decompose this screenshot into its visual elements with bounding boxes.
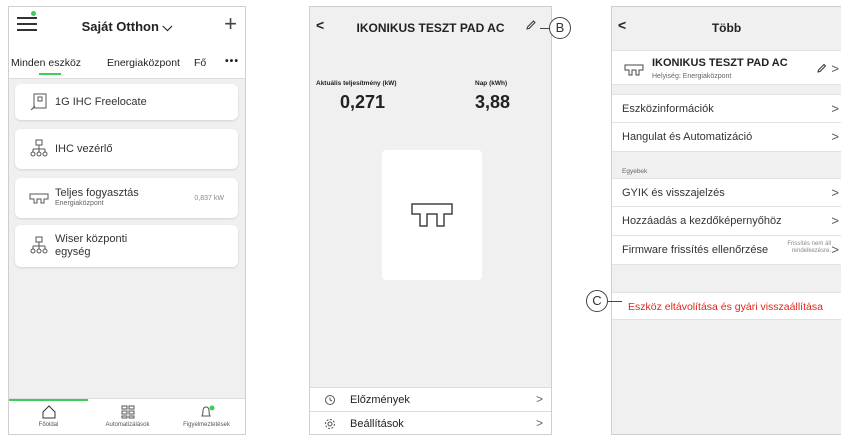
device-info-header[interactable]: IKONIKUS TESZT PAD AC Helyiség: Energiak… bbox=[612, 50, 841, 85]
home-selector[interactable]: Saját Otthon ⌵ bbox=[9, 19, 245, 35]
remove-device-label: Eszköz eltávolítása és gyári visszaállít… bbox=[628, 301, 823, 313]
filter-tabs: Minden eszköz Energiaközpont Fő ••• bbox=[9, 49, 245, 79]
device-name: IHC vezérlő bbox=[55, 143, 113, 155]
device-detail-screen: < IKONIKUS TESZT PAD AC Aktuális teljesí… bbox=[309, 6, 552, 435]
row-label: Hangulat és Automatizáció bbox=[622, 131, 753, 143]
more-screen: < Több IKONIKUS TESZT PAD AC Helyiség: E… bbox=[611, 6, 841, 435]
callout-b: B bbox=[549, 17, 571, 39]
row-label: GYIK és visszajelzés bbox=[622, 187, 725, 199]
device-card[interactable]: Teljes fogyasztás Energiaközpont 0,837 k… bbox=[15, 178, 238, 218]
chevron-right-icon: > bbox=[831, 101, 839, 116]
row-label: Hozzáadás a kezdőképernyőhöz bbox=[622, 215, 782, 227]
chevron-right-icon: > bbox=[831, 129, 839, 144]
remove-device-row[interactable]: Eszköz eltávolítása és gyári visszaállít… bbox=[612, 292, 841, 320]
controller-hub-icon bbox=[30, 236, 48, 254]
device-location: Helyiség: Energiaközpont bbox=[652, 73, 732, 80]
history-icon bbox=[325, 395, 335, 405]
device-card[interactable]: IHC vezérlő bbox=[15, 129, 238, 169]
daily-energy-value: 3,88 bbox=[475, 92, 511, 112]
chevron-right-icon: > bbox=[831, 213, 839, 228]
add-to-home-row[interactable]: Hozzáadás a kezdőképernyőhöz > bbox=[612, 207, 841, 236]
settings-label: Beállítások bbox=[350, 418, 404, 430]
active-tab-indicator bbox=[39, 73, 61, 75]
chevron-right-icon: > bbox=[535, 392, 543, 406]
nav-label: Főoldal bbox=[38, 422, 59, 428]
nav-home[interactable]: Főoldal bbox=[9, 399, 88, 434]
tab-all-devices[interactable]: Minden eszköz bbox=[11, 57, 81, 69]
more-tabs-icon[interactable]: ••• bbox=[225, 55, 239, 67]
history-row[interactable]: Előzmények > bbox=[310, 387, 551, 411]
home-header: Saját Otthon ⌵ + Minden eszköz Energiakö… bbox=[9, 7, 245, 79]
notification-dot-icon bbox=[31, 11, 36, 16]
home-title: Saját Otthon bbox=[81, 19, 159, 34]
bell-icon bbox=[200, 405, 214, 417]
more-title: Több bbox=[711, 21, 742, 35]
home-icon bbox=[42, 405, 55, 419]
callout-c-line bbox=[607, 301, 622, 302]
nav-label: Figyelmeztetések bbox=[183, 422, 230, 428]
chevron-right-icon: > bbox=[535, 416, 543, 430]
tab-main[interactable]: Fő bbox=[194, 57, 206, 69]
detail-header: < IKONIKUS TESZT PAD AC bbox=[310, 7, 551, 43]
bottom-navigation: Főoldal Automatizálások Figyelmeztetések bbox=[9, 398, 245, 434]
chevron-right-icon: > bbox=[831, 242, 839, 257]
controller-hub-icon bbox=[30, 139, 48, 157]
device-info-row[interactable]: Eszközinformációk > bbox=[612, 94, 841, 123]
edit-pencil-icon[interactable] bbox=[525, 19, 537, 31]
nav-automations[interactable]: Automatizálások bbox=[88, 399, 167, 434]
device-name: Teljes fogyasztás bbox=[55, 187, 139, 199]
grid-icon bbox=[121, 405, 134, 419]
ac-pad-icon bbox=[624, 64, 644, 76]
edit-pencil-icon[interactable] bbox=[817, 63, 827, 73]
device-card[interactable]: 1G IHC Freelocate bbox=[15, 84, 238, 120]
add-icon[interactable]: + bbox=[224, 13, 237, 35]
current-power-label: Aktuális teljesítmény (kW) bbox=[316, 80, 397, 87]
firmware-status-note: Frissítés nem áll rendelkezésre. bbox=[787, 241, 831, 255]
history-label: Előzmények bbox=[350, 394, 410, 406]
device-power-value: 0,837 kW bbox=[194, 195, 224, 202]
home-screen: Saját Otthon ⌵ + Minden eszköz Energiakö… bbox=[8, 6, 246, 435]
chevron-right-icon: > bbox=[831, 185, 839, 200]
freelocate-switch-icon bbox=[30, 93, 47, 111]
ac-pad-icon bbox=[29, 193, 49, 204]
device-control-tile[interactable] bbox=[382, 150, 482, 280]
device-name: Wiser központi egység bbox=[55, 233, 128, 258]
tab-energy-center[interactable]: Energiaközpont bbox=[107, 57, 180, 69]
device-name: IKONIKUS TESZT PAD AC bbox=[652, 57, 788, 69]
faq-feedback-row[interactable]: GYIK és visszajelzés > bbox=[612, 178, 841, 207]
device-card[interactable]: Wiser központi egység bbox=[15, 225, 238, 267]
device-location: Energiaközpont bbox=[55, 200, 104, 207]
chevron-right-icon: > bbox=[831, 61, 839, 76]
settings-row[interactable]: Beállítások > bbox=[310, 411, 551, 434]
daily-energy-label: Nap (kWh) bbox=[475, 80, 508, 87]
current-power-value: 0,271 bbox=[340, 92, 386, 112]
scenes-automation-row[interactable]: Hangulat és Automatizáció > bbox=[612, 123, 841, 152]
device-title: IKONIKUS TESZT PAD AC bbox=[356, 21, 505, 35]
nav-alerts[interactable]: Figyelmeztetések bbox=[167, 399, 245, 434]
callout-c: C bbox=[586, 290, 608, 312]
row-label: Firmware frissítés ellenőrzése bbox=[622, 244, 769, 256]
row-label: Eszközinformációk bbox=[622, 103, 714, 115]
device-name: 1G IHC Freelocate bbox=[55, 96, 147, 108]
nav-label: Automatizálások bbox=[105, 422, 150, 428]
section-label-other: Egyebek bbox=[622, 168, 648, 175]
chevron-down-icon: ⌵ bbox=[162, 19, 173, 34]
settings-icon bbox=[325, 419, 335, 429]
ac-pad-icon bbox=[411, 203, 453, 227]
firmware-check-row[interactable]: Firmware frissítés ellenőrzése Frissítés… bbox=[612, 236, 841, 265]
